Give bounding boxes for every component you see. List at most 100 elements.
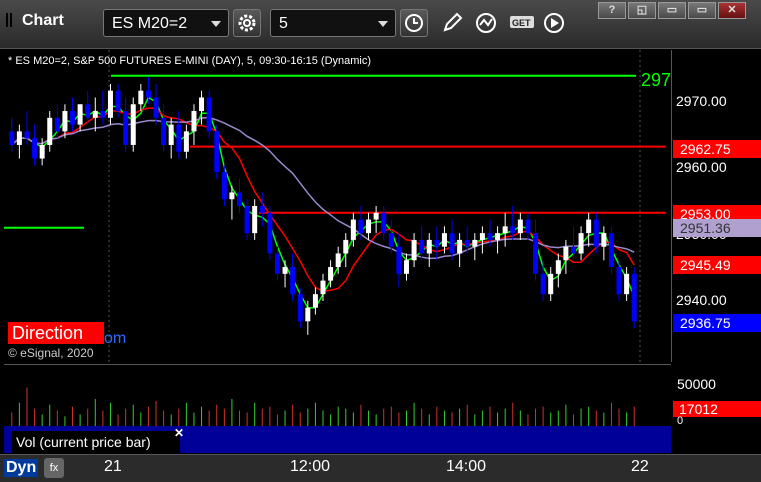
price-tag-red-ma: 2945.49 (673, 256, 761, 274)
volume-tag: 17012 (673, 401, 761, 417)
red-ma-line (11, 107, 635, 293)
candle-body (533, 233, 539, 274)
price-chart[interactable] (4, 50, 671, 362)
axis-tick: 2940.00 (676, 292, 727, 308)
candle-body (525, 219, 531, 234)
candle-body (16, 131, 22, 145)
candle-body (274, 253, 280, 274)
candle-body (130, 104, 136, 145)
candle-body (161, 117, 167, 145)
candle-body (411, 239, 417, 261)
candle-body (449, 233, 455, 254)
direction-label: Direction (8, 322, 104, 344)
get-icon: GET (510, 16, 534, 28)
candle-body (115, 90, 121, 112)
candle-body (631, 273, 637, 322)
candle-body (312, 294, 318, 308)
candle-body (62, 111, 68, 132)
candle-body (54, 117, 60, 132)
candle-body (487, 233, 493, 240)
app-title: Chart (6, 12, 64, 30)
candle-body (244, 206, 250, 234)
candle-body (290, 267, 296, 295)
candle-body (335, 253, 341, 268)
restore-button[interactable]: ◱ (628, 2, 656, 19)
candle-body (517, 219, 523, 234)
candle-body (282, 267, 288, 274)
candle-body (123, 111, 129, 145)
candle-body (586, 219, 592, 234)
green-level-label: 297 (641, 70, 672, 90)
minimize-button[interactable]: ▭ (658, 2, 686, 19)
candle-body (229, 192, 235, 200)
price-tag-red-upper: 2962.75 (673, 140, 761, 158)
play-icon (544, 13, 564, 33)
candle-body (441, 233, 447, 247)
candle-body (92, 111, 98, 118)
candle-body (624, 273, 630, 295)
candle-body (214, 131, 220, 173)
maximize-button[interactable]: ▭ (688, 2, 716, 19)
price-tag-purple: 2951.36 (673, 219, 761, 237)
svg-text:GET: GET (512, 18, 531, 28)
clock-icon (405, 14, 423, 32)
time-tick: 21 (104, 458, 122, 475)
candle-body (601, 233, 607, 247)
candle-body (472, 239, 478, 247)
volume-zero-tick: 0 (677, 415, 684, 427)
purple-ma-line (11, 116, 635, 260)
time-tick: 14:00 (446, 458, 487, 475)
volume-legend: Vol (current price bar) ✕ (4, 426, 671, 453)
play-button[interactable] (540, 9, 568, 37)
price-tag-last: 2936.75 (673, 314, 761, 332)
candle-body (267, 212, 273, 254)
axis-tick: 2960.00 (676, 159, 727, 175)
candle-body (183, 131, 189, 152)
volume-legend-label: Vol (current price bar) (12, 431, 180, 453)
candle-body (39, 144, 45, 159)
candle-body (237, 192, 243, 206)
formula-icon[interactable]: fx (44, 458, 64, 478)
candle-body (176, 124, 182, 152)
candle-body (381, 212, 387, 234)
help-button[interactable]: ? (598, 2, 626, 19)
close-icon[interactable]: ✕ (174, 426, 184, 440)
interval-dropdown[interactable]: 5 (270, 9, 396, 37)
pencil-icon (443, 12, 463, 32)
dyn-button[interactable]: Dyn (4, 459, 39, 477)
gear-icon (238, 14, 256, 32)
time-button[interactable] (400, 9, 428, 37)
candle-body (168, 124, 174, 145)
candle-body (479, 233, 485, 240)
chart-icon (6, 13, 16, 27)
candle-body (358, 219, 364, 234)
candle-body (32, 138, 38, 159)
candle-body (373, 212, 379, 220)
candle-body (328, 267, 334, 281)
candle-body (457, 239, 463, 254)
chevron-down-icon (378, 21, 388, 27)
get-button[interactable]: GET (506, 9, 534, 37)
candle-body (199, 97, 205, 112)
draw-button[interactable] (438, 9, 466, 37)
candle-body (608, 233, 614, 268)
candle-body (540, 273, 546, 295)
volume-chart[interactable] (4, 364, 671, 426)
candle-body (70, 111, 76, 125)
candle-body (145, 90, 151, 98)
axis-tick: 2970.00 (676, 93, 727, 109)
candle-body (305, 307, 311, 322)
candle-body (426, 239, 432, 254)
interval-value: 5 (279, 15, 288, 32)
symbol-dropdown[interactable]: ES M20=2 (103, 9, 229, 37)
candle-body (297, 294, 303, 322)
study-icon (476, 13, 496, 33)
candle-body (578, 233, 584, 254)
close-button[interactable]: ✕ (718, 2, 746, 19)
symbol-value: ES M20=2 (112, 15, 188, 32)
candle-body (403, 260, 409, 274)
candle-body (464, 239, 470, 247)
candle-body (100, 111, 106, 118)
study-button[interactable] (472, 9, 500, 37)
settings-button[interactable] (233, 9, 261, 37)
